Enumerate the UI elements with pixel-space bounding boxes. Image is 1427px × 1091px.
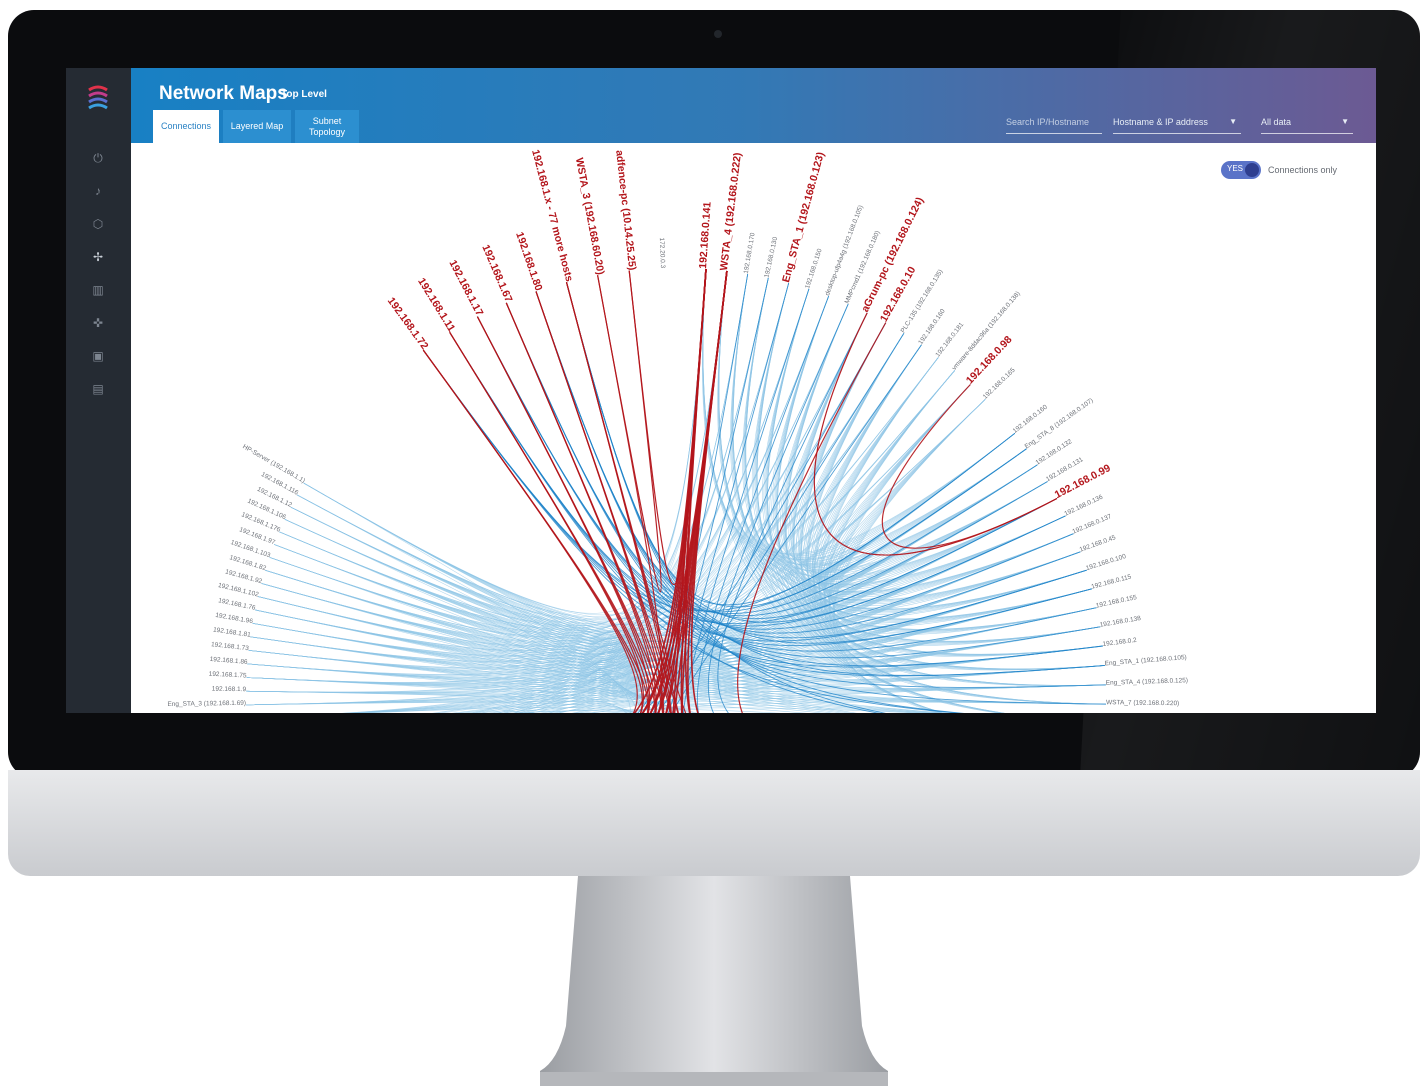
toggle-state: YES: [1227, 164, 1244, 173]
node-label[interactable]: Eng_STA_1 (192.168.0.123): [780, 151, 827, 284]
search-placeholder: Search IP/Hostname: [1006, 117, 1090, 127]
node-label[interactable]: 172.20.0.3: [658, 237, 666, 268]
camera: [714, 30, 722, 38]
node-label[interactable]: 192.168.0.100: [1085, 553, 1127, 572]
node-label[interactable]: 192.168.0.137: [1071, 513, 1112, 536]
cube-icon[interactable]: ⬡: [88, 214, 108, 234]
node-label[interactable]: 192.168.1.9: [212, 686, 247, 694]
chevron-down-icon: ▼: [1341, 117, 1349, 126]
node-label[interactable]: 192.168.1.17: [446, 258, 485, 318]
screen: ⏻ ♪ ⬡ ✢ ▥ ✜ ▣ ▤ Network Maps Top Level C…: [66, 68, 1376, 713]
node-label[interactable]: 192.168.1.67: [479, 243, 514, 304]
search-input[interactable]: Search IP/Hostname: [1006, 117, 1102, 134]
node-label[interactable]: 192.168.0.45: [1079, 534, 1117, 554]
display-select[interactable]: Hostname & IP address ▼: [1113, 117, 1241, 134]
node-label[interactable]: Eng_STA_8 (192.168.0.107): [1024, 397, 1095, 450]
connection-link: [274, 288, 810, 631]
document-icon[interactable]: ▤: [88, 379, 108, 399]
display-select-value: Hostname & IP address: [1113, 117, 1208, 127]
node-label[interactable]: 192.168.0.136: [1063, 494, 1104, 518]
connection-link: [813, 312, 1058, 556]
tab-subnet-topology[interactable]: Subnet Topology: [295, 110, 359, 143]
node-label[interactable]: 192.168.0.2: [1102, 637, 1137, 648]
node-label[interactable]: 192.168.1.102: [217, 582, 259, 599]
node-label[interactable]: Eng_STA_4 (192.168.0.125): [1106, 677, 1188, 687]
sidebar: ⏻ ♪ ⬡ ✢ ▥ ✜ ▣ ▤: [66, 68, 131, 713]
connections-only-label: Connections only: [1268, 165, 1338, 175]
connection-link: [296, 277, 769, 618]
node-label[interactable]: 192.168.1.11: [415, 276, 457, 334]
data-select[interactable]: All data ▼: [1261, 117, 1353, 134]
node-label[interactable]: 192.168.1.80: [513, 230, 544, 292]
node-label[interactable]: 192.168.0.130: [763, 236, 779, 278]
node-label[interactable]: 192.168.0.138: [1099, 615, 1142, 629]
connections-chord-diagram: HP-Server (192.168.1.1)192.168.1.116192.…: [167, 148, 1188, 713]
crosshair-icon[interactable]: ✜: [88, 313, 108, 333]
connection-link: [255, 333, 905, 653]
node-label[interactable]: 192.168.1.86: [209, 656, 248, 666]
connection-link: [303, 268, 707, 614]
bar-chart-icon[interactable]: ▥: [88, 280, 108, 300]
node-label[interactable]: 192.168.1.75: [208, 671, 247, 680]
power-icon[interactable]: ⏻: [88, 148, 108, 168]
node-label[interactable]: Eng_STA_3 (192.168.1.69): [167, 700, 246, 708]
data-select-value: All data: [1261, 117, 1292, 127]
node-label[interactable]: Eng_STA_1 (192.168.0.105): [1104, 654, 1187, 667]
connection-link: [788, 312, 1058, 583]
node-label[interactable]: 192.168.0.150: [804, 248, 824, 290]
node-label[interactable]: 192.168.0.132: [1035, 438, 1074, 467]
toggle-knob: [1245, 163, 1259, 177]
node-label[interactable]: WSTA_4 (192.168.0.222): [718, 152, 744, 271]
node-label[interactable]: WSTA_7 (192.168.0.220): [1106, 699, 1179, 707]
node-label[interactable]: 192.168.1.73: [211, 641, 250, 652]
node-label[interactable]: 192.168.1.82: [229, 554, 268, 572]
bell-icon[interactable]: ♪: [88, 181, 108, 201]
monitor-chin: [8, 770, 1420, 876]
node-label[interactable]: 192.168.1.81: [213, 626, 252, 638]
node-label[interactable]: 192.168.0.115: [1091, 573, 1133, 590]
node-label[interactable]: 192.168.0.155: [1095, 594, 1137, 610]
page-subtitle: Top Level: [281, 89, 327, 100]
node-label[interactable]: adfence-pc (10.14.25.25): [613, 150, 638, 271]
connections-only-toggle[interactable]: YES: [1221, 161, 1261, 179]
app-logo: [88, 85, 108, 110]
header: Network Maps Top Level Connections Layer…: [131, 68, 1376, 143]
connection-link: [274, 268, 707, 630]
node-label[interactable]: 192.168.0.160: [917, 308, 947, 346]
report-icon[interactable]: ▣: [88, 346, 108, 366]
node-label[interactable]: 192.168.0.141: [697, 201, 714, 269]
tab-connections[interactable]: Connections: [153, 110, 219, 143]
connection-link: [290, 295, 829, 622]
chevron-down-icon: ▼: [1229, 117, 1237, 126]
node-label[interactable]: WSTA_3 (192.168.60.20): [573, 157, 606, 276]
network-icon[interactable]: ✢: [88, 247, 108, 267]
node-label[interactable]: 192.168.1.96: [215, 612, 254, 626]
connection-link: [509, 710, 638, 713]
page-title: Network Maps: [159, 83, 288, 104]
tab-layered-map[interactable]: Layered Map: [223, 110, 291, 143]
node-label[interactable]: 192.168.1.72: [385, 295, 431, 352]
node-label[interactable]: 192.168.0.181: [934, 321, 965, 359]
node-label[interactable]: 192.168.1.92: [224, 568, 263, 585]
monitor-stand: [540, 876, 888, 1086]
connection-link: [439, 357, 939, 713]
node-label[interactable]: 192.168.0.165: [982, 367, 1017, 401]
node-label[interactable]: 192.168.1.76: [218, 597, 257, 612]
node-label[interactable]: 192.168.0.170: [743, 232, 757, 275]
connection-link: [718, 270, 1107, 705]
